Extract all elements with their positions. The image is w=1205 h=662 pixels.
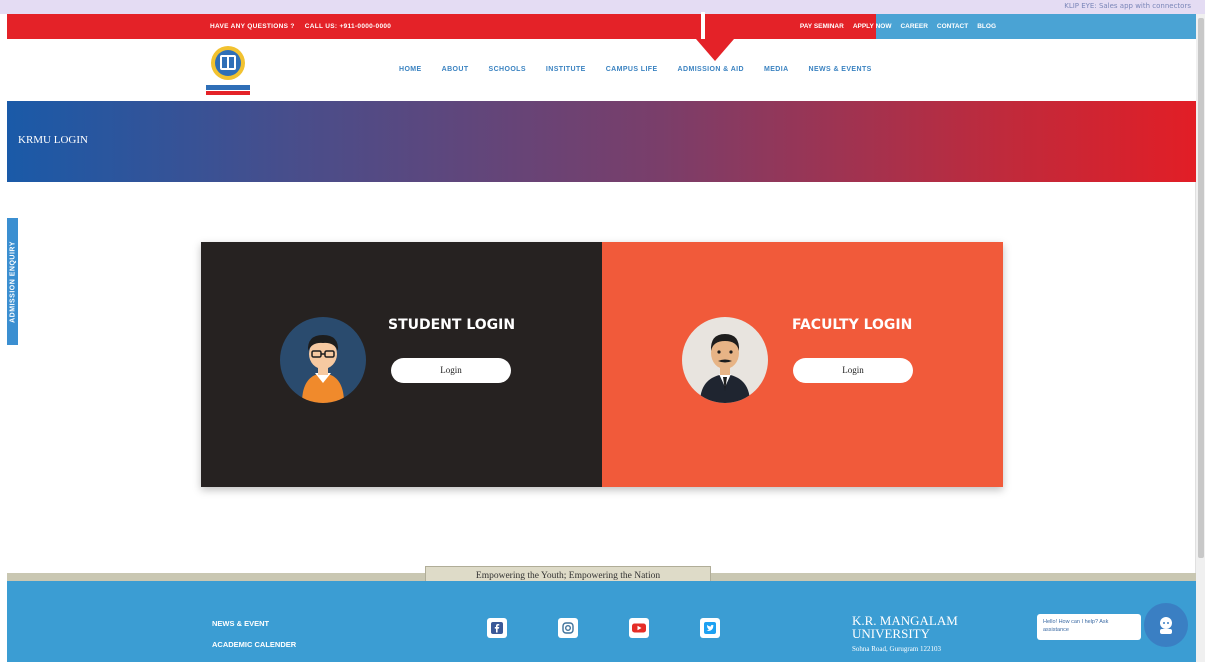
top-link-pay[interactable]: PAY SEMINAR <box>800 23 844 30</box>
nav-schools[interactable]: SCHOOLS <box>489 66 526 73</box>
student-avatar-icon <box>280 317 366 403</box>
faculty-login-button[interactable]: Login <box>793 358 913 383</box>
faculty-panel: FACULTY LOGIN Login <box>602 242 1003 487</box>
main-nav: HOME ABOUT SCHOOLS INSTITUTE CAMPUS LIFE… <box>399 66 872 73</box>
scrollbar-thumb[interactable] <box>1198 18 1204 558</box>
nav-admission[interactable]: ADMISSION & AID <box>678 66 744 73</box>
nav-home[interactable]: HOME <box>399 66 422 73</box>
nav-news-events[interactable]: NEWS & EVENTS <box>809 66 872 73</box>
page-banner: KRMU LOGIN <box>7 101 1196 182</box>
student-login-title: STUDENT LOGIN <box>388 317 516 333</box>
main-navbar: HOME ABOUT SCHOOLS INSTITUTE CAMPUS LIFE… <box>7 39 1196 101</box>
browser-bar: KLIP EYE: Sales app with connectors <box>0 0 1205 14</box>
top-bar-divider <box>701 12 705 39</box>
admission-enquiry-tab[interactable]: ADMISSION ENQUIRY <box>7 218 18 345</box>
faculty-avatar-icon <box>682 317 768 403</box>
university-info: K.R. MANGALAM UNIVERSITY Sohna Road, Gur… <box>852 614 958 653</box>
student-panel: STUDENT LOGIN Login <box>201 242 602 487</box>
browser-note: KLIP EYE: Sales app with connectors <box>1064 2 1191 10</box>
top-link-blog[interactable]: BLOG <box>977 23 996 30</box>
login-box: STUDENT LOGIN Login FACULTY LOGIN Login <box>201 242 1003 487</box>
instagram-icon[interactable] <box>558 618 578 638</box>
contact-info: HAVE ANY QUESTIONS ? CALL US: +911-0000-… <box>210 23 399 30</box>
youtube-icon[interactable] <box>629 618 649 638</box>
faculty-login-title: FACULTY LOGIN <box>792 317 913 333</box>
university-name-line2: UNIVERSITY <box>852 626 930 641</box>
scrollbar[interactable] <box>1195 14 1205 662</box>
footer-link-news[interactable]: NEWS & EVENT <box>212 619 296 628</box>
nav-campus-life[interactable]: CAMPUS LIFE <box>606 66 658 73</box>
nav-media[interactable]: MEDIA <box>764 66 789 73</box>
top-link-apply[interactable]: APPLY NOW <box>853 23 892 30</box>
call-text[interactable]: CALL US: +911-0000-0000 <box>305 23 391 30</box>
nav-about[interactable]: ABOUT <box>442 66 469 73</box>
chat-bubble[interactable]: Hello! How can I help? Ask assistance <box>1037 614 1141 640</box>
twitter-icon[interactable] <box>700 618 720 638</box>
footer-link-calendar[interactable]: ACADEMIC CALENDER <box>212 640 296 649</box>
admission-enquiry-label: ADMISSION ENQUIRY <box>9 240 16 323</box>
top-links: PAY SEMINAR APPLY NOW CAREER CONTACT BLO… <box>800 23 996 30</box>
questions-text: HAVE ANY QUESTIONS ? <box>210 23 295 30</box>
university-logo[interactable] <box>203 43 253 97</box>
top-link-contact[interactable]: CONTACT <box>937 23 968 30</box>
top-link-career[interactable]: CAREER <box>900 23 927 30</box>
nav-institute[interactable]: INSTITUTE <box>546 66 586 73</box>
student-login-button[interactable]: Login <box>391 358 511 383</box>
footer: NEWS & EVENT ACADEMIC CALENDER K.R. MANG… <box>7 581 1196 662</box>
footer-links: NEWS & EVENT ACADEMIC CALENDER <box>212 619 296 661</box>
top-bar: HAVE ANY QUESTIONS ? CALL US: +911-0000-… <box>7 12 1196 39</box>
page-title: KRMU LOGIN <box>18 134 88 146</box>
facebook-icon[interactable] <box>487 618 507 638</box>
chat-icon[interactable] <box>1144 603 1188 647</box>
university-address: Sohna Road, Gurugram 122103 <box>852 645 942 653</box>
active-indicator <box>696 39 734 61</box>
